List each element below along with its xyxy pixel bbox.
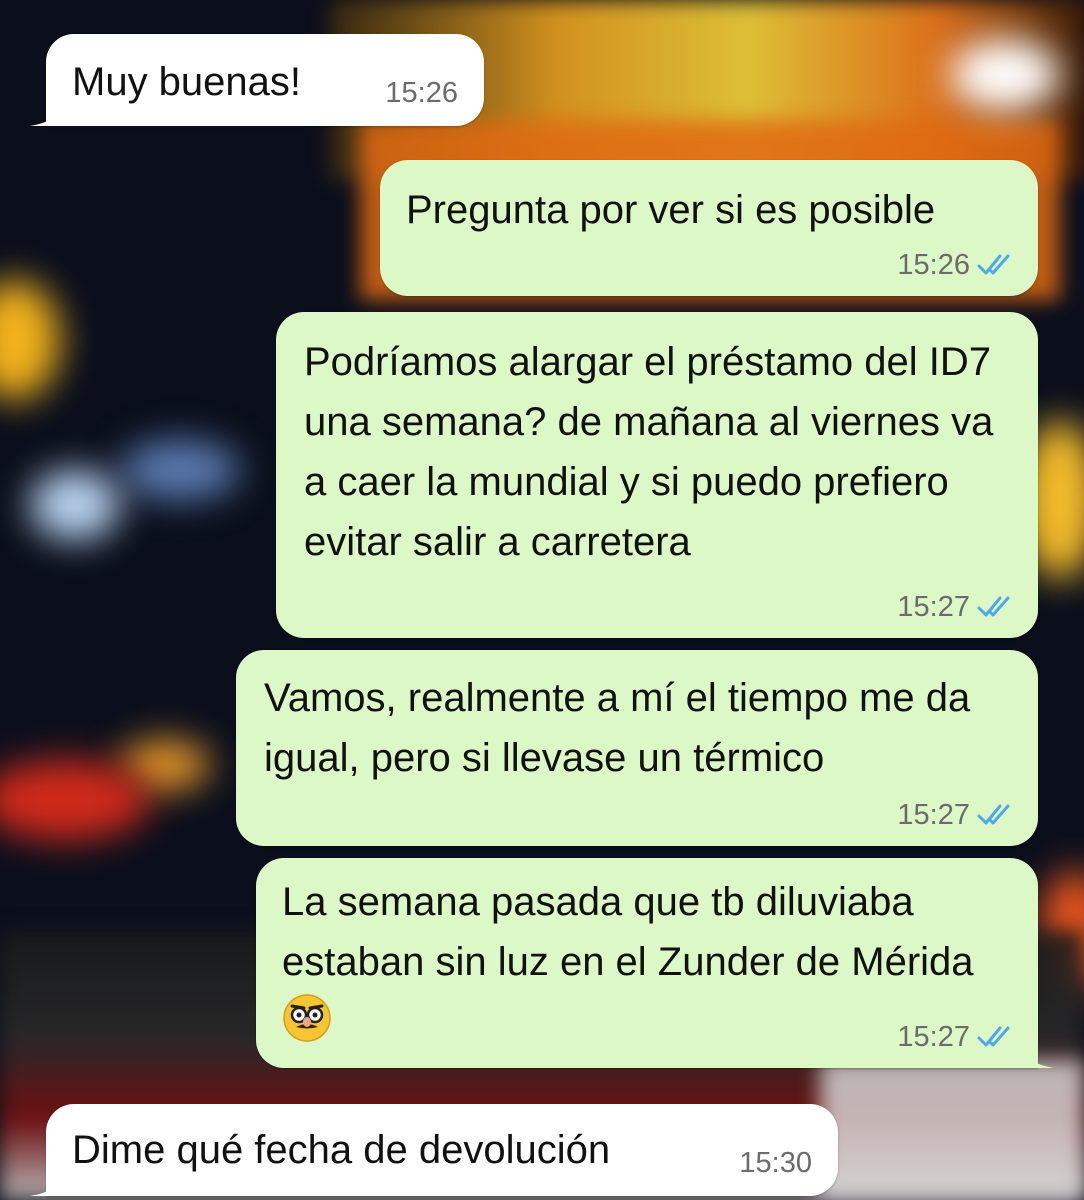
message-time: 15:27: [897, 591, 970, 623]
double-check-icon: [977, 254, 1010, 275]
message-text: Podríamos alargar el préstamo del ID7 un…: [304, 340, 1005, 564]
message-bubble-outgoing[interactable]: Podríamos alargar el préstamo del ID7 un…: [276, 312, 1038, 638]
bubble-tail: [1018, 1036, 1054, 1068]
message-time: 15:30: [739, 1147, 812, 1179]
message-text-wrap: La semana pasada que tb diluviaba estaba…: [282, 872, 998, 1052]
message-bubble-incoming[interactable]: Muy buenas! 15:26: [30, 34, 484, 126]
message-meta: 15:27: [897, 798, 1016, 832]
message-text: Dime qué fecha de devolución: [72, 1128, 611, 1172]
message-text: La semana pasada que tb diluviaba estaba…: [282, 880, 974, 984]
bubble-tail: [30, 94, 66, 126]
message-time: 15:27: [897, 1021, 970, 1053]
message-bubble-outgoing[interactable]: La semana pasada que tb diluviaba estaba…: [256, 858, 1054, 1068]
message-text: Pregunta por ver si es posible: [406, 188, 936, 232]
message-time: 15:26: [385, 77, 458, 109]
double-check-icon: [977, 804, 1010, 825]
message-time: 15:27: [897, 799, 970, 831]
double-check-icon: [977, 1026, 1010, 1047]
message-bubble-incoming[interactable]: Dime qué fecha de devolución 15:30: [30, 1104, 838, 1196]
message-meta: 15:26: [897, 248, 1016, 282]
message-meta: 15:26: [385, 76, 458, 110]
bubble-tail: [30, 1164, 66, 1196]
message-meta: 15:27: [897, 1020, 1016, 1054]
message-text: Vamos, realmente a mí el tiempo me da ig…: [264, 676, 982, 780]
message-meta: 15:27: [897, 590, 1016, 624]
double-check-icon: [977, 596, 1010, 617]
message-time: 15:26: [897, 249, 970, 281]
message-bubble-outgoing[interactable]: Vamos, realmente a mí el tiempo me da ig…: [236, 650, 1038, 846]
disguised-face-emoji: [283, 994, 331, 1042]
message-meta: 15:30: [739, 1146, 812, 1180]
message-bubble-outgoing[interactable]: Pregunta por ver si es posible 15:26: [380, 160, 1038, 296]
